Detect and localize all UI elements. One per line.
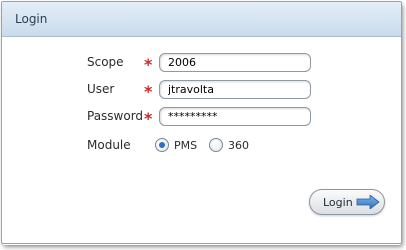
arrow-right-icon	[356, 195, 380, 209]
title-bar: Login	[2, 2, 401, 37]
password-input[interactable]	[159, 107, 311, 126]
user-label: User	[87, 82, 115, 96]
login-button[interactable]: Login	[309, 189, 385, 215]
module-label: Module	[87, 138, 131, 152]
password-label: Password	[87, 109, 144, 123]
scope-input[interactable]	[159, 53, 311, 72]
user-input[interactable]	[159, 80, 311, 99]
password-required-marker: *	[144, 109, 153, 128]
login-button-label: Login	[323, 196, 353, 209]
login-dialog: Login Scope * User * Password * Module P…	[1, 1, 402, 244]
module-radio-360[interactable]	[209, 138, 223, 152]
scope-label: Scope	[87, 55, 124, 69]
scope-required-marker: *	[144, 55, 153, 74]
dialog-title: Login	[15, 12, 48, 26]
user-required-marker: *	[144, 82, 153, 101]
module-radio-360-label: 360	[228, 139, 249, 152]
module-radio-pms-label: PMS	[174, 139, 198, 152]
module-radio-pms[interactable]	[155, 138, 169, 152]
